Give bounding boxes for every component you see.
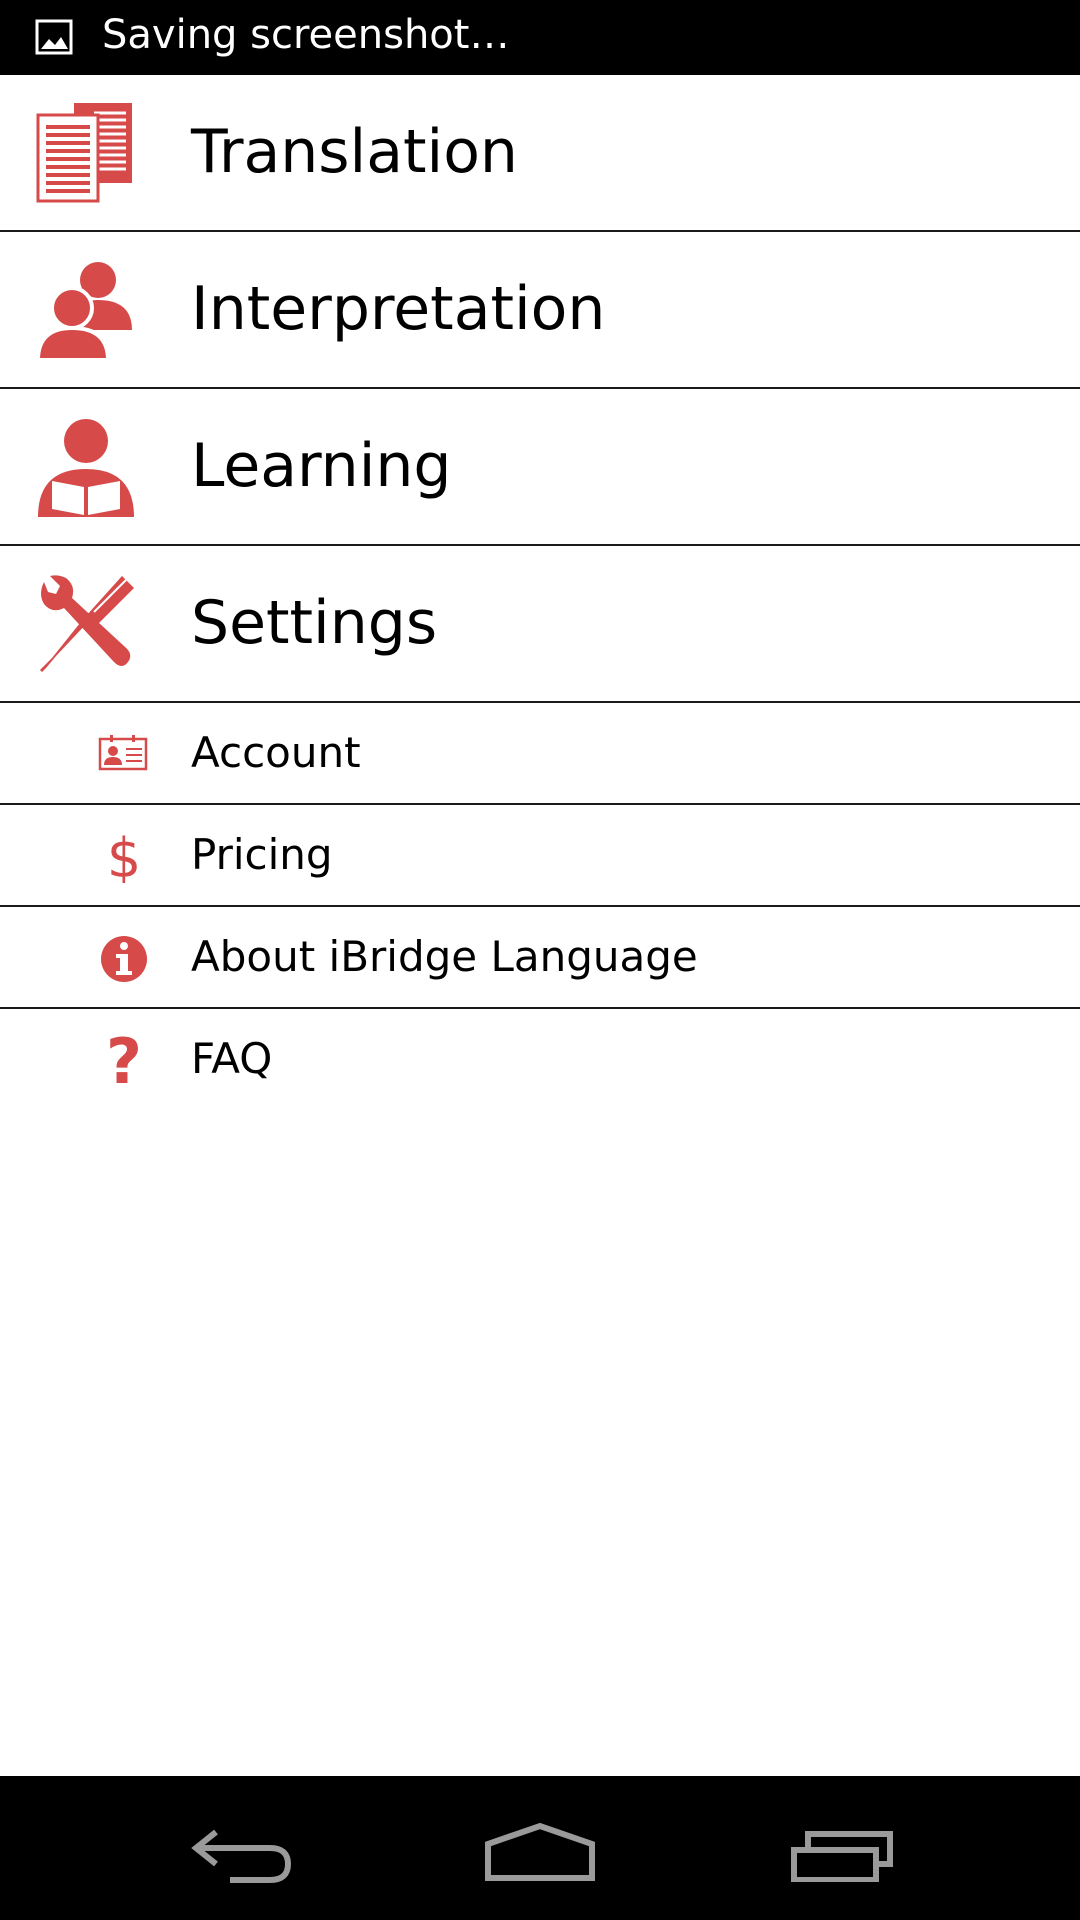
menu-item-faq[interactable]: ? FAQ: [0, 1009, 1080, 1111]
menu-item-label: Learning: [191, 431, 452, 501]
image-icon: [35, 19, 73, 55]
people-icon: [36, 262, 132, 360]
status-bar: Saving screenshot…: [0, 0, 1080, 75]
menu-item-settings[interactable]: Settings: [0, 546, 1080, 703]
recent-apps-button[interactable]: [740, 1776, 940, 1920]
menu-item-label: Interpretation: [191, 274, 606, 344]
navigation-bar: [0, 1776, 1080, 1920]
svg-text:$: $: [107, 831, 141, 883]
dollar-icon: $: [107, 831, 141, 883]
home-button[interactable]: [440, 1776, 640, 1920]
back-button[interactable]: [140, 1776, 340, 1920]
id-card-icon: [98, 735, 148, 771]
navigation-menu: Translation Interpretation Learning Sett…: [0, 75, 1080, 1111]
status-text: Saving screenshot…: [102, 12, 510, 58]
menu-item-interpretation[interactable]: Interpretation: [0, 232, 1080, 389]
menu-item-label: Translation: [191, 117, 518, 187]
info-icon: [101, 936, 147, 982]
menu-item-pricing[interactable]: $ Pricing: [0, 805, 1080, 907]
person-reading-icon: [38, 419, 134, 517]
menu-item-account[interactable]: Account: [0, 703, 1080, 805]
menu-item-label: Settings: [191, 588, 438, 658]
menu-item-label: Account: [191, 728, 361, 777]
recent-apps-icon: [791, 1831, 893, 1882]
menu-item-translation[interactable]: Translation: [0, 75, 1080, 232]
menu-item-about[interactable]: About iBridge Language: [0, 907, 1080, 1009]
svg-text:?: ?: [106, 1035, 142, 1087]
question-icon: ?: [106, 1035, 142, 1087]
back-icon: [191, 1829, 292, 1883]
documents-icon: [36, 103, 132, 203]
tools-icon: [40, 575, 134, 672]
menu-item-label: FAQ: [191, 1034, 273, 1083]
menu-item-learning[interactable]: Learning: [0, 389, 1080, 546]
menu-item-label: About iBridge Language: [191, 932, 698, 981]
home-icon: [485, 1822, 595, 1881]
menu-item-label: Pricing: [191, 830, 333, 879]
